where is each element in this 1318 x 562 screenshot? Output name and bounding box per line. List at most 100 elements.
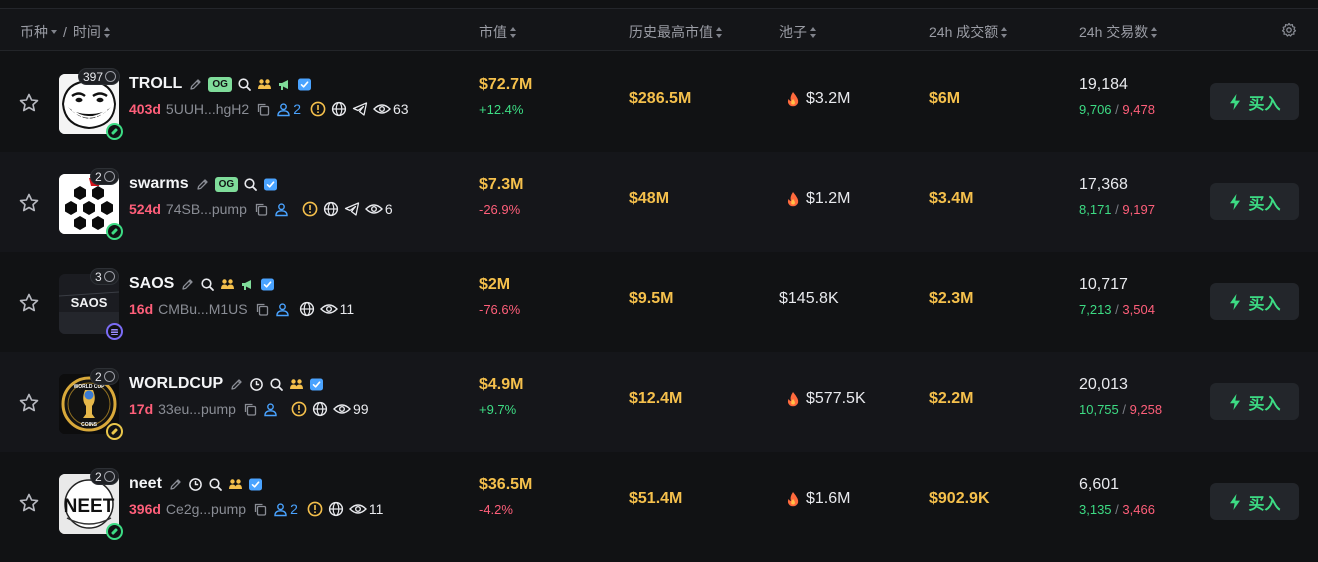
buy-button[interactable]: 买入: [1210, 183, 1299, 220]
header-mcap-label: 市值: [479, 24, 507, 40]
table-row[interactable]: SAOS 3 SAOS 16d CMBu...M1US 11 $2M -76.6…: [0, 252, 1318, 352]
volume-24h: $3.4M: [929, 190, 974, 207]
token-meta-line: 17d 33eu...pump 99: [129, 400, 369, 418]
copy-icon[interactable]: [256, 102, 271, 117]
buy-label: 买入: [1248, 295, 1281, 313]
smile-icon: [103, 171, 115, 182]
holders-count: 397: [83, 69, 104, 84]
token-address: Ce2g...pump: [165, 501, 247, 517]
telegram-icon[interactable]: [344, 201, 360, 217]
search-icon[interactable]: [208, 477, 223, 492]
search-icon[interactable]: [237, 77, 252, 92]
header-txns[interactable]: 24h 交易数: [1079, 22, 1158, 42]
buy-button[interactable]: 买入: [1210, 283, 1299, 320]
pencil-icon[interactable]: [168, 477, 183, 492]
search-icon[interactable]: [200, 277, 215, 292]
sort-icon[interactable]: [1001, 26, 1008, 38]
token-name[interactable]: neet: [129, 475, 162, 493]
buy-button[interactable]: 买入: [1210, 83, 1299, 120]
buys-count: 7,213: [1079, 302, 1112, 317]
pool-value: $145.8K: [779, 290, 839, 308]
token-name[interactable]: SAOS: [129, 275, 174, 293]
header-ath[interactable]: 历史最高市值: [629, 22, 723, 42]
bolt-icon: [1228, 193, 1242, 211]
header-coin-time[interactable]: 币种 / 时间: [20, 22, 111, 42]
copy-icon[interactable]: [254, 202, 269, 217]
globe-icon[interactable]: [328, 501, 344, 517]
header-pool-label: 池子: [779, 24, 807, 40]
txns-24h: 19,184: [1079, 76, 1128, 93]
sort-icon[interactable]: [103, 26, 111, 38]
verified-icon: [263, 177, 278, 192]
holders-badge: 3: [90, 268, 119, 285]
star-icon[interactable]: [18, 492, 40, 514]
copy-icon[interactable]: [253, 502, 268, 517]
holders-count: 3: [95, 269, 102, 284]
globe-icon[interactable]: [331, 101, 347, 117]
star-icon[interactable]: [18, 292, 40, 314]
people-icon: [257, 77, 272, 92]
fire-icon: [786, 191, 800, 207]
buys-count: 8,171: [1079, 202, 1112, 217]
pencil-icon[interactable]: [180, 277, 195, 292]
table-row[interactable]: WORLD CUP COINS 2 WORLDCUP 17d 33eu...pu…: [0, 352, 1318, 452]
table-row[interactable]: 397 TROLL OG 403d 5UUH...hgH2 2 63 $72.7…: [0, 52, 1318, 152]
copy-icon[interactable]: [243, 402, 258, 417]
mcap-change: -4.2%: [479, 502, 513, 517]
market-cap: $7.3M: [479, 176, 524, 193]
sort-icon[interactable]: [810, 26, 817, 38]
star-icon[interactable]: [18, 192, 40, 214]
header-volume[interactable]: 24h 成交额: [929, 22, 1008, 42]
smile-icon: [103, 271, 115, 282]
bolt-icon: [1228, 493, 1242, 511]
copy-icon[interactable]: [255, 302, 270, 317]
gear-icon[interactable]: [1281, 22, 1297, 38]
globe-icon[interactable]: [299, 301, 315, 317]
table-row[interactable]: NEET 2 neet 396d Ce2g...pump 2 11 $36.5M…: [0, 452, 1318, 552]
sort-icon[interactable]: [1151, 26, 1158, 38]
star-icon[interactable]: [18, 92, 40, 114]
header-time[interactable]: 时间: [73, 22, 101, 42]
buys-count: 10,755: [1079, 402, 1119, 417]
buy-button[interactable]: 买入: [1210, 483, 1299, 520]
globe-icon[interactable]: [312, 401, 328, 417]
user-icon: [275, 302, 290, 317]
pool-value: $3.2M: [786, 90, 850, 108]
smile-icon: [103, 471, 115, 482]
og-badge: OG: [214, 176, 239, 192]
header-coin[interactable]: 币种: [20, 22, 48, 42]
telegram-icon[interactable]: [352, 101, 368, 117]
token-name[interactable]: swarms: [129, 175, 189, 193]
pencil-icon[interactable]: [188, 77, 203, 92]
fire-icon: [786, 391, 800, 407]
search-icon[interactable]: [243, 177, 258, 192]
eye-icon: [373, 102, 391, 116]
token-name[interactable]: TROLL: [129, 75, 182, 93]
volume-24h: $902.9K: [929, 490, 990, 507]
caret-down-icon[interactable]: [51, 30, 57, 34]
ath-mcap: $48M: [629, 190, 670, 207]
bolt-icon: [1228, 393, 1242, 411]
sort-icon[interactable]: [510, 26, 517, 38]
fire-icon: [786, 91, 800, 107]
mcap-change: -26.9%: [479, 202, 521, 217]
pencil-icon[interactable]: [229, 377, 244, 392]
star-icon[interactable]: [18, 392, 40, 414]
token-name[interactable]: WORLDCUP: [129, 375, 223, 393]
volume-24h: $2.3M: [929, 290, 974, 307]
buy-button[interactable]: 买入: [1210, 383, 1299, 420]
txns-24h: 20,013: [1079, 376, 1128, 393]
eye-icon: [320, 302, 338, 316]
globe-icon[interactable]: [323, 201, 339, 217]
pool-amount: $577.5K: [806, 390, 866, 407]
solana-icon: [106, 323, 123, 340]
buys-count: 3,135: [1079, 502, 1112, 517]
header-pool[interactable]: 池子: [779, 22, 817, 42]
pencil-icon[interactable]: [195, 177, 210, 192]
token-meta-line: 396d Ce2g...pump 2 11: [129, 500, 383, 518]
search-icon[interactable]: [269, 377, 284, 392]
sort-icon[interactable]: [716, 26, 723, 38]
header-mcap[interactable]: 市值: [479, 22, 517, 42]
table-row[interactable]: 2 swarms OG 524d 74SB...pump 6 $7.3M -26…: [0, 152, 1318, 252]
pool-amount: $1.6M: [806, 490, 851, 507]
